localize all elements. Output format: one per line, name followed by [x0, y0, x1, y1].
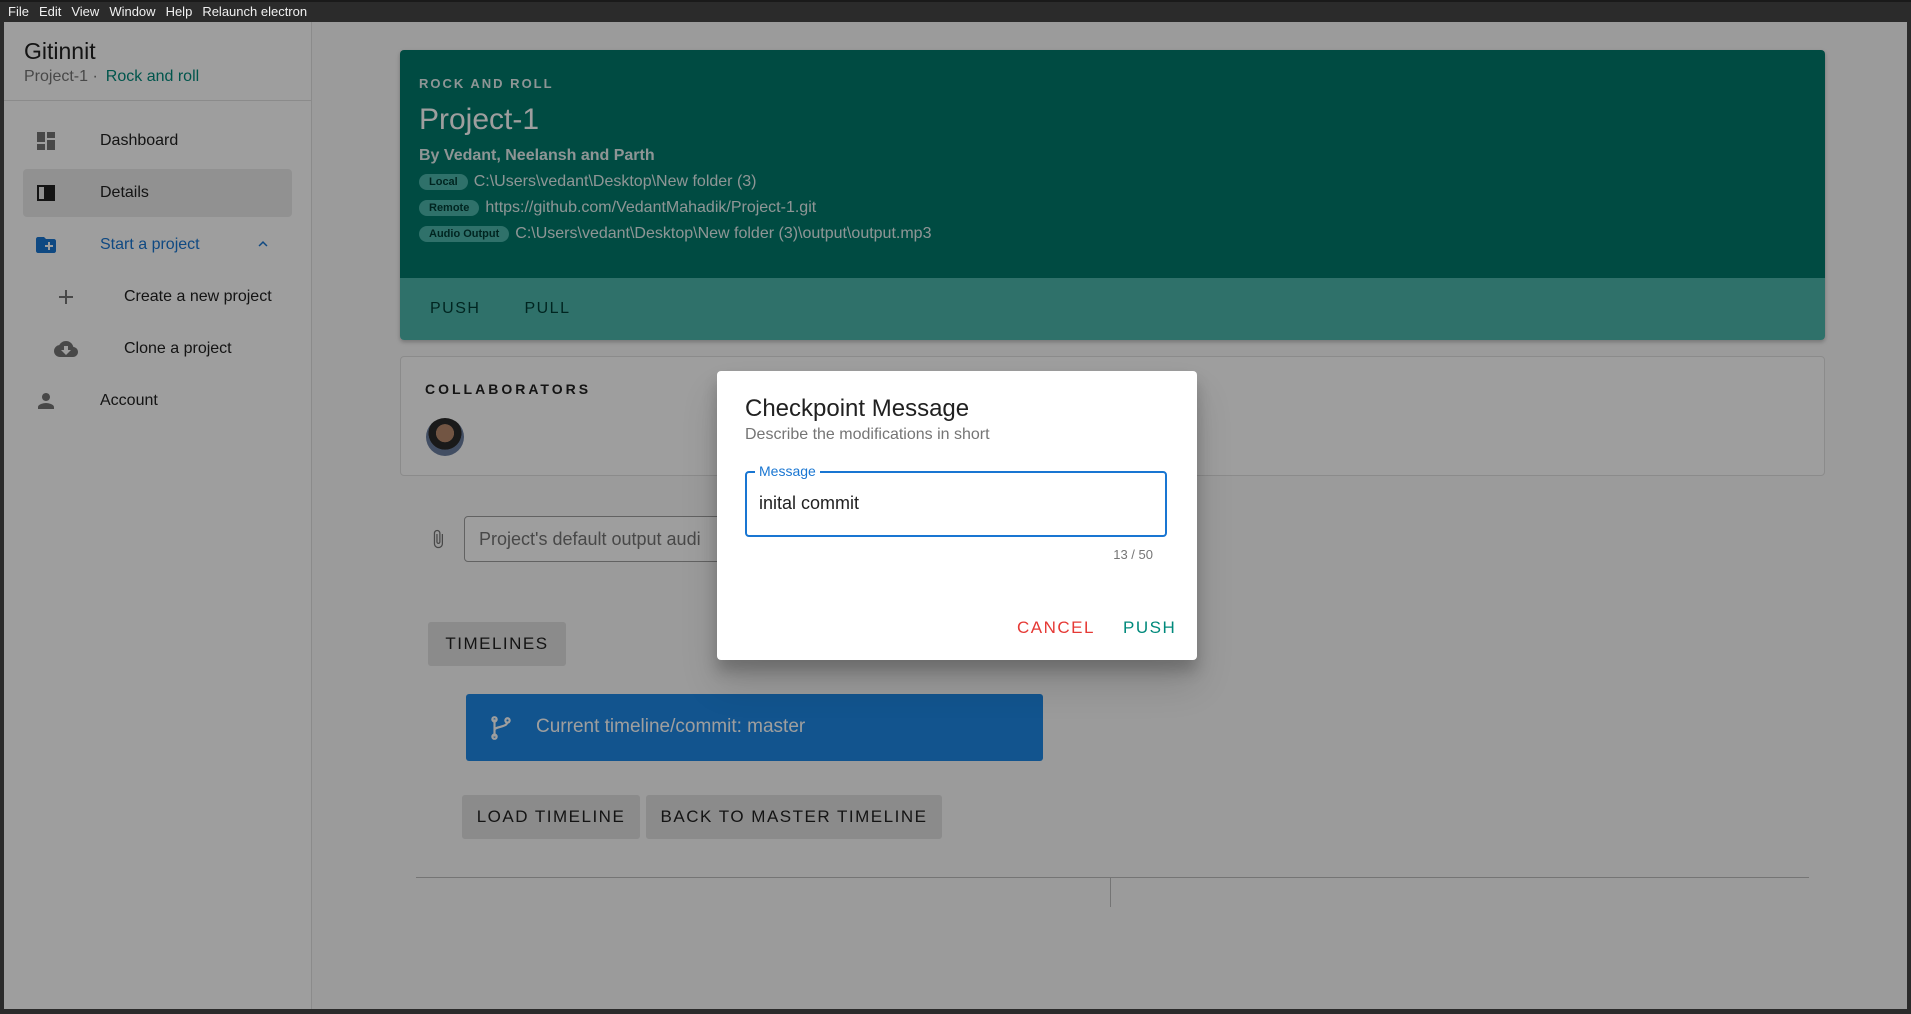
cancel-button[interactable]: CANCEL: [1017, 618, 1095, 638]
dialog-title: Checkpoint Message: [745, 395, 970, 422]
menu-relaunch[interactable]: Relaunch electron: [202, 2, 307, 22]
message-field-label: Message: [755, 463, 820, 479]
window-border-right: [1907, 22, 1911, 1014]
window-border-bottom: [0, 1009, 1911, 1014]
menu-help[interactable]: Help: [166, 2, 193, 22]
dialog-push-button[interactable]: PUSH: [1123, 618, 1176, 638]
menu-window[interactable]: Window: [109, 2, 155, 22]
dialog-subtitle: Describe the modifications in short: [745, 426, 990, 443]
message-field-value: inital commit: [759, 493, 860, 513]
menu-edit[interactable]: Edit: [39, 2, 61, 22]
checkpoint-dialog: Checkpoint Message Describe the modifica…: [717, 371, 1197, 660]
menu-bar: File Edit View Window Help Relaunch elec…: [0, 0, 1911, 22]
character-counter: 13 / 50: [1113, 547, 1153, 562]
message-field[interactable]: Message inital commit: [745, 463, 1167, 537]
menu-view[interactable]: View: [71, 2, 99, 22]
menu-file[interactable]: File: [8, 2, 29, 22]
